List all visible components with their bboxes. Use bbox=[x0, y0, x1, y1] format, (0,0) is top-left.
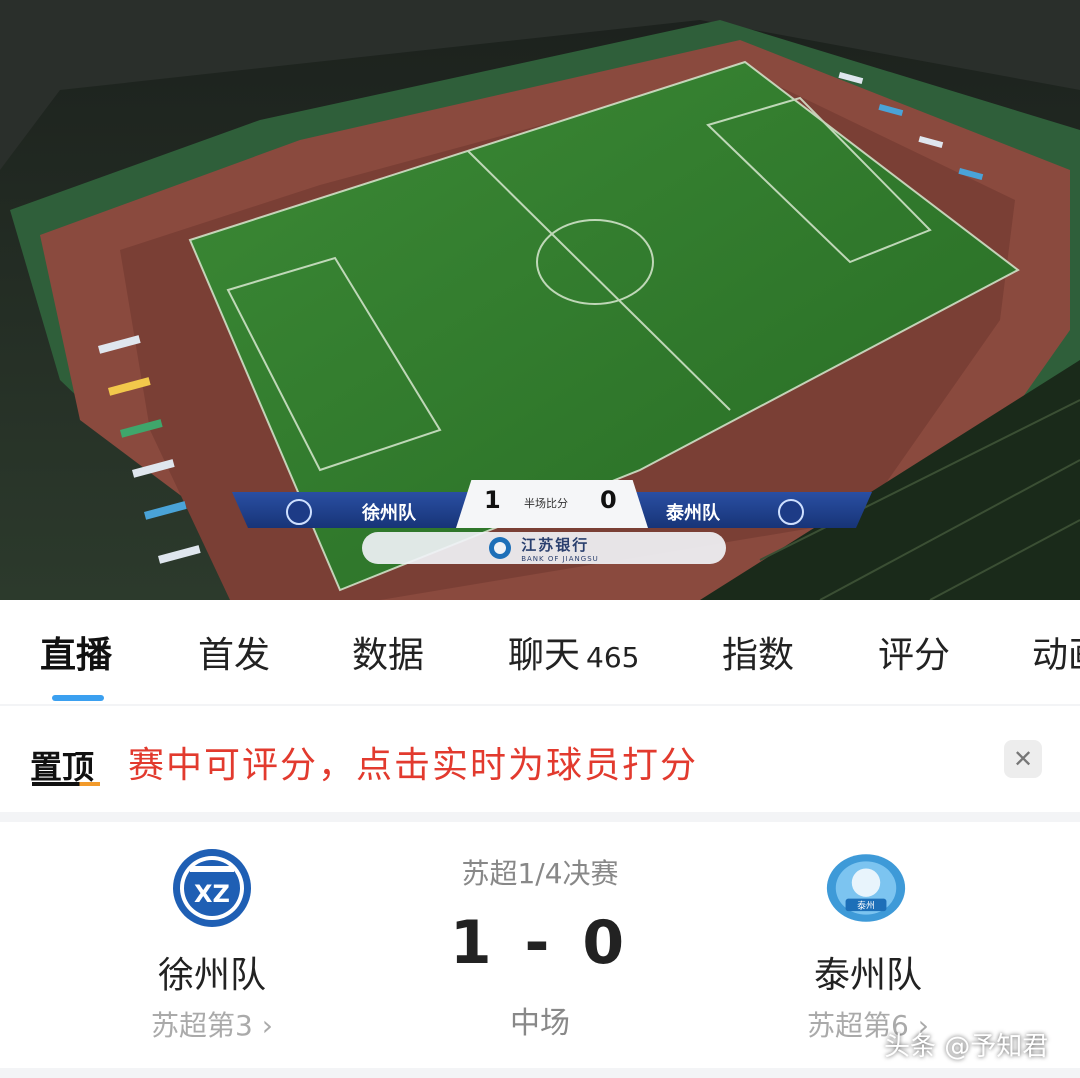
active-tab-indicator bbox=[52, 695, 104, 701]
notice-text[interactable]: 赛中可评分，点击实时为球员打分 bbox=[128, 736, 698, 788]
match-tab-bar: 直播 首发 数据 聊天465 指数 评分 动画 bbox=[0, 600, 1080, 704]
scoreboard-home-score: 1 bbox=[484, 486, 501, 514]
tab-lineup[interactable]: 首发 bbox=[198, 626, 270, 678]
tab-live[interactable]: 直播 bbox=[40, 626, 112, 678]
tab-ratings[interactable]: 评分 bbox=[878, 626, 950, 678]
competition-round: 苏超1/4决赛 bbox=[461, 857, 619, 890]
tab-chat-label: 聊天 bbox=[508, 635, 581, 676]
scoreboard-period: 半场比分 bbox=[524, 497, 568, 510]
broadcast-scoreboard: 徐州队 1 半场比分 0 泰州队 bbox=[232, 480, 872, 528]
tab-chat[interactable]: 聊天 465 bbox=[508, 626, 639, 678]
taizhou-crest-icon[interactable]: 泰州 bbox=[826, 848, 906, 928]
svg-text:泰州: 泰州 bbox=[857, 899, 875, 911]
pinned-tag-underline bbox=[32, 782, 100, 786]
home-team-badge-icon bbox=[286, 499, 312, 525]
pinned-notice[interactable]: 置顶 赛中可评分，点击实时为球员打分 ✕ bbox=[0, 706, 1080, 812]
tab-stats[interactable]: 数据 bbox=[352, 626, 424, 678]
scoreboard-home-panel bbox=[232, 492, 468, 528]
tab-chat-count: 465 bbox=[586, 641, 640, 674]
live-video-player[interactable]: 徐州队 1 半场比分 0 泰州队 江苏银行 BANK OF JIANGSU bbox=[0, 0, 1080, 600]
sponsor-subtitle: BANK OF JIANGSU bbox=[521, 554, 599, 563]
away-team-badge-icon bbox=[778, 499, 804, 525]
tab-animation[interactable]: 动画 bbox=[1032, 626, 1080, 678]
match-score: 1 - 0 bbox=[449, 908, 631, 978]
sponsor-name: 江苏银行 BANK OF JIANGSU bbox=[521, 534, 599, 563]
scoreboard-away-score: 0 bbox=[600, 486, 617, 514]
match-status: 中场 bbox=[510, 1006, 570, 1041]
scoreboard-home-team: 徐州队 bbox=[362, 503, 416, 524]
sponsor-banner: 江苏银行 BANK OF JIANGSU bbox=[362, 532, 726, 564]
home-team-name[interactable]: 徐州队 bbox=[92, 946, 332, 998]
tab-odds[interactable]: 指数 bbox=[722, 626, 794, 678]
home-team-rank[interactable]: 苏超第3 › bbox=[92, 1004, 332, 1044]
sponsor-name-text: 江苏银行 bbox=[521, 535, 590, 554]
xuzhou-crest-icon[interactable]: XZ bbox=[172, 848, 252, 928]
watermark: 头条 @予知君 bbox=[884, 1032, 1049, 1062]
bank-logo-icon bbox=[489, 537, 512, 559]
close-icon[interactable]: ✕ bbox=[1004, 740, 1042, 778]
scoreboard-away-team: 泰州队 bbox=[666, 503, 720, 524]
svg-text:XZ: XZ bbox=[194, 880, 230, 908]
away-team-name[interactable]: 泰州队 bbox=[748, 946, 988, 998]
